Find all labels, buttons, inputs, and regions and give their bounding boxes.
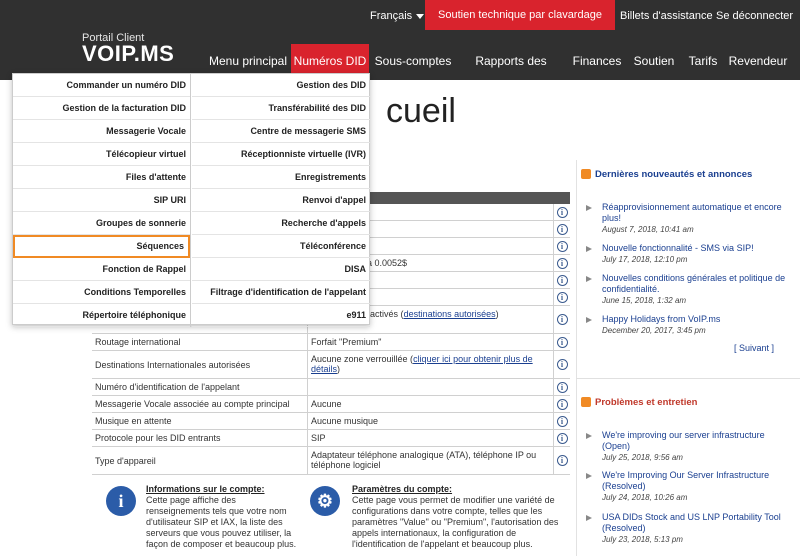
- arrow-right-icon: [586, 515, 594, 521]
- arrow-right-icon: [586, 473, 594, 479]
- dropdown-column-right: Gestion des DID Transférabilité des DID …: [192, 74, 370, 327]
- menu-item-commander-did[interactable]: Commander un numéro DID: [13, 74, 190, 97]
- arrow-right-icon: [586, 205, 594, 211]
- table-row: Destinations Internationales autorisées …: [92, 351, 570, 379]
- info-boxes: i Informations sur le compte: Cette page…: [98, 476, 568, 556]
- menu-item-files-attente[interactable]: Files d'attente: [13, 166, 190, 189]
- arrow-right-icon: [586, 276, 594, 282]
- info-icon[interactable]: i: [556, 314, 568, 325]
- section-divider: [576, 378, 800, 379]
- menu-item-facturation-did[interactable]: Gestion de la facturation DID: [13, 97, 190, 120]
- problem-item[interactable]: We're improving our server infrastructur…: [586, 430, 786, 463]
- nav-soutien[interactable]: Soutien: [628, 44, 680, 80]
- logout-link[interactable]: Se déconnecter: [716, 10, 793, 22]
- info-icon[interactable]: i: [556, 223, 568, 235]
- menu-item-groupes-sonnerie[interactable]: Groupes de sonnerie: [13, 212, 190, 235]
- table-row: Protocole pour les DID entrants SIP i: [92, 430, 570, 447]
- menu-item-teleconference[interactable]: Téléconférence: [192, 235, 370, 258]
- menu-item-fonction-rappel[interactable]: Fonction de Rappel: [13, 258, 190, 281]
- menu-item-repertoire[interactable]: Répertoire téléphonique: [13, 304, 190, 327]
- nav-finances[interactable]: Finances: [568, 44, 626, 80]
- menu-item-e911[interactable]: e911: [192, 304, 370, 327]
- chevron-down-icon: [416, 13, 425, 19]
- chat-support-button[interactable]: Soutien technique par clavardage: [425, 0, 615, 30]
- support-tickets-link[interactable]: Billets d'assistance: [620, 10, 713, 22]
- rss-icon: [581, 169, 591, 180]
- problem-item[interactable]: We're Improving Our Server Infrastructur…: [586, 470, 786, 503]
- menu-item-telecopieur[interactable]: Télécopieur virtuel: [13, 143, 190, 166]
- problems-heading: Problèmes et entretien: [581, 397, 697, 408]
- account-settings-title[interactable]: Paramètres du compte:: [352, 484, 452, 494]
- nav-tarifs[interactable]: Tarifs: [682, 44, 724, 80]
- account-info-title[interactable]: Informations sur le compte:: [146, 484, 265, 494]
- info-icon[interactable]: i: [556, 291, 568, 303]
- column-divider: [576, 160, 577, 556]
- menu-item-ivr[interactable]: Réceptionniste virtuelle (IVR): [192, 143, 370, 166]
- menu-item-conditions-temporelles[interactable]: Conditions Temporelles: [13, 281, 190, 304]
- top-bar: Portail Client VOIP.MS Français Soutien …: [0, 0, 800, 102]
- account-settings-text: Cette page vous permet de modifier une v…: [352, 495, 559, 549]
- menu-item-filtrage-cid[interactable]: Filtrage d'identification de l'appelant: [192, 281, 370, 304]
- menu-item-gestion-did[interactable]: Gestion des DID: [192, 74, 370, 97]
- rss-icon: [581, 397, 591, 408]
- info-icon[interactable]: i: [556, 398, 568, 410]
- news-heading: Dernières nouveautés et annonces: [581, 169, 752, 180]
- voipms-logo[interactable]: VOIP.MS: [82, 41, 174, 67]
- table-row: Routage international Forfait "Premium" …: [92, 334, 570, 351]
- info-icon[interactable]: i: [556, 381, 568, 393]
- info-icon[interactable]: i: [556, 432, 568, 444]
- news-item[interactable]: Réapprovisionnement automatique et encor…: [586, 202, 786, 235]
- news-item[interactable]: Nouvelle fonctionnalité - SMS via SIP! Ju…: [586, 243, 786, 265]
- menu-item-recherche-appels[interactable]: Recherche d'appels: [192, 212, 370, 235]
- account-info-text: Cette page affiche des renseignements te…: [146, 495, 297, 549]
- nav-revendeur[interactable]: Revendeur: [726, 44, 790, 80]
- language-label: Français: [370, 10, 413, 22]
- did-numbers-dropdown: Commander un numéro DID Gestion de la fa…: [12, 73, 370, 327]
- news-next-link[interactable]: [ Suivant ]: [734, 343, 774, 353]
- menu-item-sip-uri[interactable]: SIP URI: [13, 189, 190, 212]
- info-circle-icon: i: [106, 486, 136, 516]
- info-icon[interactable]: i: [556, 336, 568, 348]
- menu-item-enregistrements[interactable]: Enregistrements: [192, 166, 370, 189]
- table-row: Messagerie Vocale associée au compte pri…: [92, 396, 570, 413]
- allowed-destinations-link[interactable]: destinations autorisées: [404, 309, 496, 319]
- table-row: Musique en attente Aucune musique i: [92, 413, 570, 430]
- problem-item[interactable]: USA DIDs Stock and US LNP Portability To…: [586, 512, 786, 545]
- nav-rapports-appels[interactable]: Rapports des appels: [456, 44, 566, 102]
- menu-item-transferabilite[interactable]: Transférabilité des DID: [192, 97, 370, 120]
- table-row: Type d'appareil Adaptateur téléphone ana…: [92, 447, 570, 475]
- page-title: cueil: [386, 92, 456, 130]
- table-row: Numéro d'identification de l'appelant i: [92, 379, 570, 396]
- news-item[interactable]: Nouvelles conditions générales et politi…: [586, 273, 786, 306]
- nav-sous-comptes[interactable]: Sous-comptes: [372, 44, 454, 80]
- info-icon[interactable]: i: [556, 206, 568, 218]
- arrow-right-icon: [586, 317, 594, 323]
- menu-item-sms[interactable]: Centre de messagerie SMS: [192, 120, 370, 143]
- arrow-right-icon: [586, 433, 594, 439]
- info-icon[interactable]: i: [556, 240, 568, 252]
- info-icon[interactable]: i: [556, 257, 568, 269]
- info-icon[interactable]: i: [556, 274, 568, 286]
- dropdown-column-left: Commander un numéro DID Gestion de la fa…: [13, 74, 191, 327]
- menu-item-messagerie-vocale[interactable]: Messagerie Vocale: [13, 120, 190, 143]
- news-item[interactable]: Happy Holidays from VoIP.ms December 20, …: [586, 314, 786, 336]
- arrow-right-icon: [586, 246, 594, 252]
- info-icon[interactable]: i: [556, 455, 568, 466]
- menu-item-renvoi-appel[interactable]: Renvoi d'appel: [192, 189, 370, 212]
- menu-item-sequences[interactable]: Séquences: [13, 235, 190, 258]
- info-icon[interactable]: i: [556, 415, 568, 427]
- gear-icon: ⚙: [310, 486, 340, 516]
- language-selector[interactable]: Français: [370, 10, 425, 22]
- menu-item-disa[interactable]: DISA: [192, 258, 370, 281]
- info-icon[interactable]: i: [556, 359, 568, 370]
